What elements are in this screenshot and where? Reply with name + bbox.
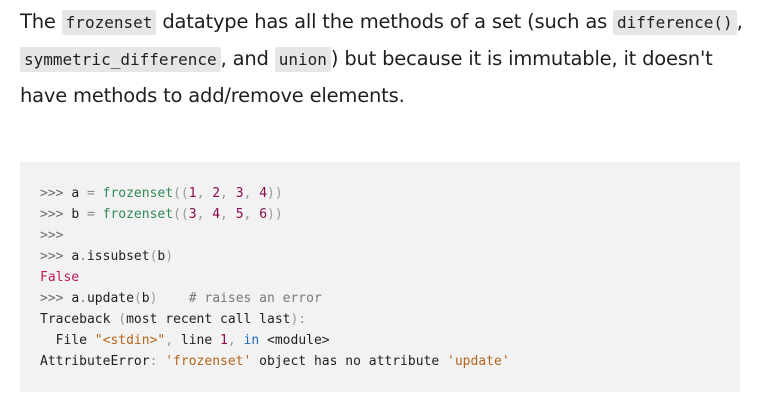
builtin: frozenset [102,207,174,222]
string: "<stdin>" [94,333,166,348]
code-listing: >>> a = frozenset((1, 2, 3, 4)) >>> b = f… [40,183,720,372]
module-name: <module> [267,333,330,348]
number: 3 [235,186,244,201]
paragraph: The frozenset datatype has all the metho… [20,4,745,114]
prompt: >>> [40,249,64,264]
inline-code-frozenset: frozenset [61,10,157,35]
paragraph-text: , [736,10,743,33]
punct: )) [267,207,283,222]
builtin: frozenset [102,186,174,201]
error-text: object [259,354,307,369]
inline-code-symmetric-difference: symmetric_difference [20,47,221,72]
punct: ) [165,249,174,264]
keyword: in [243,333,260,348]
error-text: no [345,354,361,369]
output-false: False [40,270,80,285]
paragraph-text: The [20,10,62,33]
prompt: >>> [40,207,64,222]
error-name: AttributeError [40,354,150,369]
operator: . [79,291,87,306]
traceback-word: Traceback [40,312,111,327]
punct: ) [149,291,158,306]
punct: , [165,333,181,348]
punct: )) [267,186,283,201]
error-text: has [313,354,338,369]
string: 'update' [447,354,510,369]
number: 2 [212,186,221,201]
number: 4 [259,186,268,201]
method: update [86,291,134,306]
prompt: >>> [40,291,64,306]
code-line-5: False [40,267,720,288]
number: 3 [188,207,197,222]
code-line-2: >>> b = frozenset((3, 4, 5, 6)) [40,207,283,222]
error-text: attribute [368,354,440,369]
punct: ( [118,312,127,327]
code-line-9: AttributeError: 'frozenset' object has n… [40,351,720,372]
punct: : [149,354,158,369]
traceback-text: most recent call last [126,312,291,327]
inline-code-union: union [274,47,331,72]
identifier: a [71,249,80,264]
identifier: a [71,291,80,306]
paragraph-text: datatype has all the methods of a set (s… [156,10,614,33]
method: issubset [86,249,150,264]
code-line-4: >>> a.issubset(b) [40,246,720,267]
prompt: >>> [40,228,64,243]
code-line-6: >>> a.update(b) # raises an error [40,288,720,309]
punct: (( [173,207,189,222]
prompt: >>> [40,186,64,201]
punct: ): [290,312,307,327]
number: 1 [220,333,228,348]
line-word: line [180,333,213,348]
number: 6 [259,207,268,222]
file-word: File [40,333,95,348]
identifier: b [141,291,150,306]
number: 4 [212,207,221,222]
string: 'frozenset' [165,354,252,369]
code-line-3: >>> [40,225,720,246]
operator: = [86,207,95,222]
operator: . [79,249,87,264]
operator: = [86,186,95,201]
number: 5 [235,207,244,222]
inline-code-difference: difference() [613,10,737,35]
identifier: b [71,207,80,222]
identifier: a [71,186,80,201]
paragraph-text: , and [220,47,275,70]
code-line-7: Traceback (most recent call last): [40,309,720,330]
code-line-8: File "<stdin>", line 1, in <module> [40,330,720,351]
punct: , [227,333,244,348]
punct: (( [173,186,189,201]
code-block: >>> a = frozenset((1, 2, 3, 4)) >>> b = f… [20,162,740,392]
code-line-1: >>> a = frozenset((1, 2, 3, 4)) [40,186,283,201]
comment: # raises an error [188,291,322,306]
number: 1 [188,186,197,201]
punct: ( [133,291,142,306]
